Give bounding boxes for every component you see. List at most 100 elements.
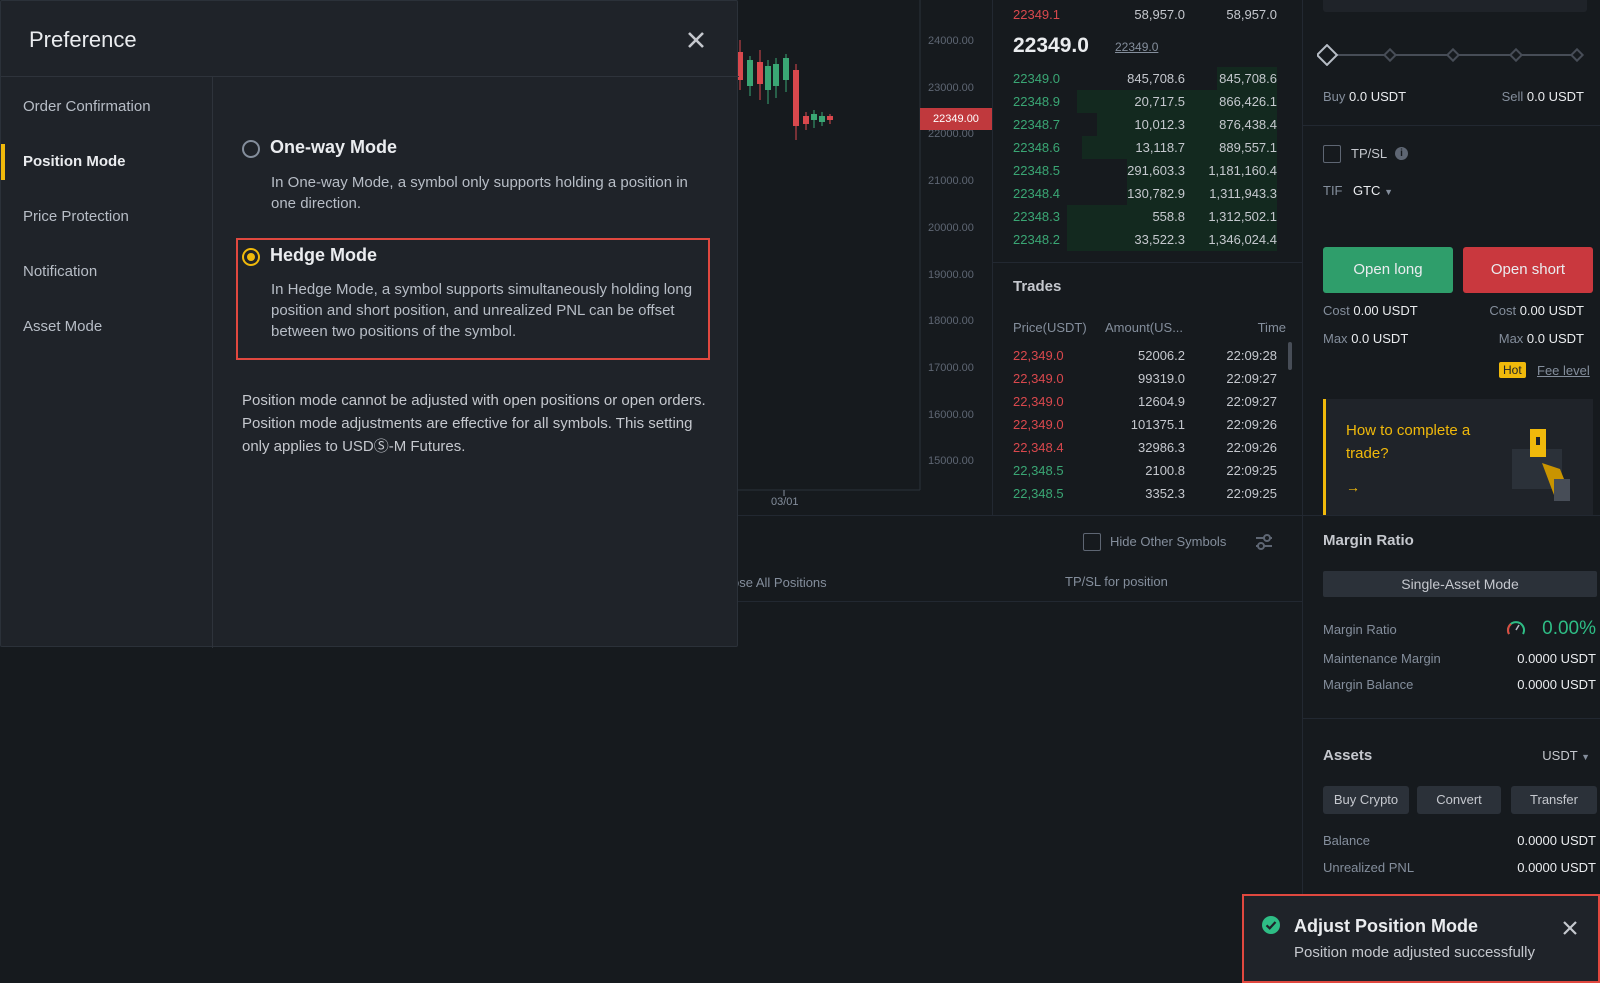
hedge-mode-radio[interactable] xyxy=(242,248,260,266)
tpsl-for-position-header: TP/SL for position xyxy=(1065,574,1168,589)
preference-dialog: Preference Order Confirmation Position M… xyxy=(0,0,739,648)
trades-header-time: Time xyxy=(1257,320,1286,335)
balance-label: Balance xyxy=(1323,833,1370,848)
mark-price[interactable]: 22349.0 xyxy=(1115,40,1158,54)
bid-total: 1,312,502.1 xyxy=(1208,209,1277,224)
check-circle-icon xyxy=(1262,916,1280,934)
margin-title: Margin Ratio xyxy=(1323,532,1414,549)
bid-row[interactable]: 22348.5 291,603.3 1,181,160.4 xyxy=(993,159,1293,182)
cost-label: Cost xyxy=(1489,303,1517,318)
bid-amount: 558.8 xyxy=(1152,209,1185,224)
open-short-button[interactable]: Open short xyxy=(1463,247,1593,293)
candle-body xyxy=(783,58,789,80)
promo-banner[interactable]: How to complete a trade? → xyxy=(1323,399,1593,515)
trade-amount: 3352.3 xyxy=(1145,486,1185,501)
bid-row[interactable]: 22348.7 10,012.3 876,438.4 xyxy=(993,113,1293,136)
price-axis-label: 17000.00 xyxy=(928,361,974,374)
transfer-button[interactable]: Transfer xyxy=(1511,786,1597,814)
bid-total: 876,438.4 xyxy=(1219,117,1277,132)
bid-price: 22348.7 xyxy=(1013,117,1060,132)
bid-amount: 20,717.5 xyxy=(1134,94,1185,109)
open-long-button[interactable]: Open long xyxy=(1323,247,1453,293)
one-way-mode-title[interactable]: One-way Mode xyxy=(270,137,397,158)
nav-order-confirmation[interactable]: Order Confirmation xyxy=(1,85,213,129)
preference-nav: Order Confirmation Position Mode Price P… xyxy=(1,77,213,648)
nav-price-protection[interactable]: Price Protection xyxy=(1,195,213,239)
promo-illustration-icon xyxy=(1512,429,1570,501)
toast-title: Adjust Position Mode xyxy=(1294,916,1478,936)
dialog-title: Preference xyxy=(29,27,137,52)
candle-body xyxy=(803,116,809,124)
dialog-header: Preference xyxy=(1,1,739,77)
candle-body xyxy=(765,66,771,90)
leverage-slider[interactable] xyxy=(1317,44,1589,66)
toast-message: Position mode adjusted successfully xyxy=(1294,944,1535,961)
bid-amount: 10,012.3 xyxy=(1134,117,1185,132)
trade-amount: 101375.1 xyxy=(1130,417,1185,432)
price-input-edge[interactable] xyxy=(1323,0,1587,12)
trade-time: 22:09:27 xyxy=(1226,394,1277,409)
price-axis-label: 16000.00 xyxy=(928,408,974,421)
tpsl-checkbox[interactable] xyxy=(1323,145,1341,163)
bid-amount: 845,708.6 xyxy=(1127,71,1185,86)
fee-level-link[interactable]: Fee level xyxy=(1537,363,1590,378)
hide-other-symbols-checkbox[interactable] xyxy=(1083,533,1101,551)
trades-header-price: Price(USDT) xyxy=(1013,320,1087,335)
trade-row: 22,348.4 32986.3 22:09:26 xyxy=(993,436,1293,459)
bid-total: 1,311,943.3 xyxy=(1209,186,1277,201)
bid-row[interactable]: 22348.2 33,522.3 1,346,024.4 xyxy=(993,228,1293,251)
trade-row: 22,349.0 99319.0 22:09:27 xyxy=(993,367,1293,390)
trade-row: 22,348.5 2100.8 22:09:25 xyxy=(993,459,1293,482)
tif-label: TIF xyxy=(1323,183,1343,198)
tpsl-label: TP/SL xyxy=(1351,146,1388,161)
trades-scrollbar[interactable] xyxy=(1288,342,1292,370)
trade-price: 22,349.0 xyxy=(1013,394,1064,409)
nav-position-mode[interactable]: Position Mode xyxy=(1,140,213,184)
caret-down-icon: ▼ xyxy=(1581,752,1590,762)
margin-ratio-label: Margin Ratio xyxy=(1323,622,1397,637)
close-icon[interactable] xyxy=(681,25,711,55)
settings-sliders-icon[interactable] xyxy=(1254,532,1274,552)
hide-other-symbols-label: Hide Other Symbols xyxy=(1110,534,1227,549)
margin-balance-value: 0.0000 USDT xyxy=(1517,677,1596,692)
tif-value: GTC xyxy=(1353,183,1381,198)
trade-time: 22:09:27 xyxy=(1226,371,1277,386)
candle-body xyxy=(819,116,825,122)
price-axis-label: 19000.00 xyxy=(928,268,974,281)
bid-row[interactable]: 22349.0 845,708.6 845,708.6 xyxy=(993,67,1293,90)
hedge-mode-title[interactable]: Hedge Mode xyxy=(270,245,377,266)
buy-crypto-button[interactable]: Buy Crypto xyxy=(1323,786,1409,814)
bid-row[interactable]: 22348.4 130,782.9 1,311,943.3 xyxy=(993,182,1293,205)
price-axis-label: 20000.00 xyxy=(928,221,974,234)
trade-row: 22,348.5 3352.3 22:09:25 xyxy=(993,482,1293,505)
ask-row[interactable]: 22349.1 58,957.0 58,957.0 xyxy=(993,3,1293,26)
position-mode-note: Position mode cannot be adjusted with op… xyxy=(242,392,706,455)
info-icon[interactable]: i xyxy=(1395,147,1408,160)
close-icon[interactable] xyxy=(1558,916,1582,940)
cost-label: Cost xyxy=(1323,303,1350,318)
nav-notification[interactable]: Notification xyxy=(1,250,213,294)
order-book: 22349.1 58,957.0 58,957.0 22349.0 22349.… xyxy=(992,0,1303,515)
balance-value: 0.0000 USDT xyxy=(1517,833,1596,848)
last-price: 22349.0 xyxy=(1013,34,1089,57)
ask-amount: 58,957.0 xyxy=(1134,7,1185,22)
trades-header-amount: Amount(US... xyxy=(1105,320,1184,335)
tif-select[interactable]: GTC ▼ xyxy=(1353,183,1393,198)
single-asset-mode-button[interactable]: Single-Asset Mode xyxy=(1323,571,1597,597)
one-way-mode-radio[interactable] xyxy=(242,140,260,158)
convert-button[interactable]: Convert xyxy=(1417,786,1501,814)
unrealized-pnl-label: Unrealized PNL xyxy=(1323,860,1415,875)
currency-select[interactable]: USDT ▼ xyxy=(1542,748,1590,763)
assets-title: Assets xyxy=(1323,747,1373,764)
trade-price: 22,348.4 xyxy=(1013,440,1064,455)
bid-row[interactable]: 22348.3 558.8 1,312,502.1 xyxy=(993,205,1293,228)
bid-row[interactable]: 22348.9 20,717.5 866,426.1 xyxy=(993,90,1293,113)
max-label: Max xyxy=(1323,331,1348,346)
nav-asset-mode[interactable]: Asset Mode xyxy=(1,305,213,349)
bid-price: 22348.9 xyxy=(1013,94,1060,109)
bid-total: 1,181,160.4 xyxy=(1208,163,1277,178)
close-all-positions-header[interactable]: ose All Positions xyxy=(732,575,827,590)
bid-row[interactable]: 22348.6 13,118.7 889,557.1 xyxy=(993,136,1293,159)
trade-row: 22,349.0 101375.1 22:09:26 xyxy=(993,413,1293,436)
maintenance-margin-value: 0.0000 USDT xyxy=(1517,651,1596,666)
